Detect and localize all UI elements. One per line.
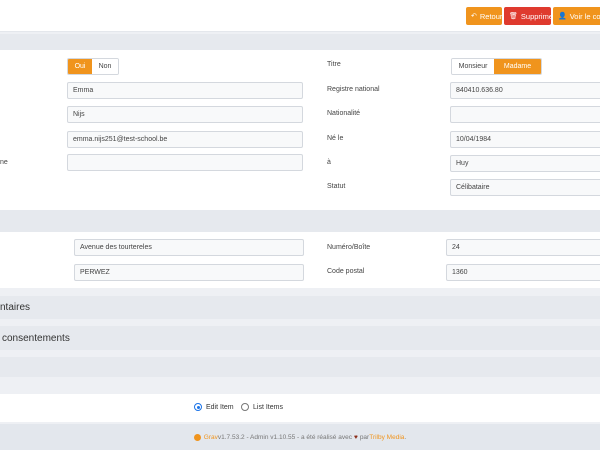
address-panel: Avenue des tourtereles PERWEZ Numéro/Boî… — [0, 232, 600, 288]
radio-list-items[interactable]: List Items — [241, 403, 283, 411]
title-label: Titre — [327, 61, 341, 68]
after-save-panel: Edit Item List Items — [0, 394, 600, 422]
consents-section-header[interactable]: consentements — [0, 326, 600, 350]
status-select[interactable]: Célibataire — [450, 179, 600, 196]
title-toggle[interactable]: Monsieur Madame — [451, 58, 542, 75]
postal-label: Code postal — [327, 268, 365, 275]
view-account-button-label: Voir le compte — [569, 11, 600, 21]
radio-edit-item-label: Edit Item — [206, 403, 234, 411]
number-label: Numéro/Boîte — [327, 244, 371, 251]
extra-input[interactable] — [67, 154, 303, 171]
radio-list-items-label: List Items — [253, 403, 283, 411]
back-button-label: Retour — [479, 11, 502, 21]
reply-icon: ↶ — [471, 13, 477, 20]
heart-icon: ♥ — [353, 433, 358, 441]
title-option-madame[interactable]: Madame — [494, 59, 541, 74]
radio-list-items-dot[interactable] — [241, 403, 249, 411]
postal-input[interactable]: 1360 — [446, 264, 600, 281]
title-option-monsieur[interactable]: Monsieur — [452, 59, 495, 74]
first-name-input[interactable]: Emma — [67, 82, 303, 99]
nationality-input[interactable] — [450, 106, 600, 123]
radio-edit-item[interactable]: Edit Item — [194, 403, 234, 411]
registry-input[interactable]: 840410.636.80 — [450, 82, 600, 99]
footer: Grav v1.7.53.2 - Admin v1.10.55 - a été … — [0, 424, 600, 450]
status-label: Statut — [327, 183, 346, 190]
section-header-address — [0, 210, 600, 232]
comments-section-header[interactable]: ntaires — [0, 296, 600, 319]
delete-button-label: Supprimer — [520, 11, 551, 21]
top-toolbar: ↶ Retour 🗑 Supprimer 👤 Voir le compte — [0, 0, 600, 32]
grav-icon — [193, 433, 201, 441]
born-date-input[interactable]: 10/04/1984 — [450, 131, 600, 148]
nationality-label: Nationalité — [327, 110, 361, 117]
personal-info-panel: Oui Non Emma Nijs emma.nijs251@test-scho… — [0, 50, 600, 210]
yes-option[interactable]: Oui — [68, 59, 93, 74]
email-input[interactable]: emma.nijs251@test-school.be — [67, 131, 303, 148]
registry-label: Registre national — [327, 86, 380, 93]
yes-no-toggle[interactable]: Oui Non — [67, 58, 119, 75]
footer-end-text: . — [404, 433, 407, 441]
delete-button[interactable]: 🗑 Supprimer — [504, 7, 551, 25]
footer-version-text: v1.7.53.2 - Admin v1.10.55 - a été réali… — [217, 433, 352, 441]
trash-icon: 🗑 — [509, 13, 518, 20]
user-icon: 👤 — [558, 13, 567, 20]
no-option[interactable]: Non — [92, 59, 118, 74]
last-name-input[interactable]: Nijs — [67, 106, 303, 123]
street-input[interactable]: Avenue des tourtereles — [74, 239, 304, 256]
trilby-link[interactable]: Trilby Media — [369, 434, 404, 441]
place-input[interactable]: Huy — [450, 155, 600, 172]
empty-section-band — [0, 357, 600, 377]
comments-section-title: ntaires — [0, 302, 31, 313]
place-label: à — [327, 159, 331, 166]
section-header-personal — [0, 34, 600, 50]
consents-section-title: consentements — [2, 333, 70, 344]
view-account-button[interactable]: 👤 Voir le compte — [553, 7, 600, 25]
back-button[interactable]: ↶ Retour — [466, 7, 502, 25]
number-input[interactable]: 24 — [446, 239, 600, 256]
grav-link[interactable]: Grav — [204, 434, 218, 441]
partial-label: ne — [0, 159, 8, 166]
born-label: Né le — [327, 135, 344, 142]
radio-edit-item-dot[interactable] — [194, 403, 202, 411]
footer-par-text: par — [359, 433, 370, 441]
city-input[interactable]: PERWEZ — [74, 264, 304, 281]
